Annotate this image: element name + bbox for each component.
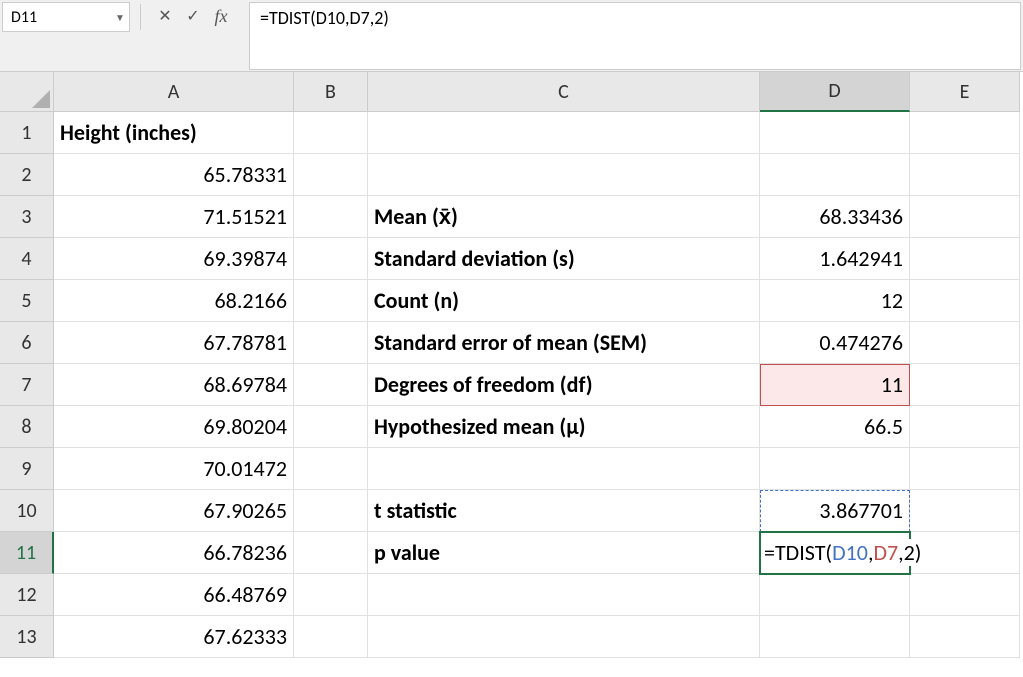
- spreadsheet-grid: A B C D E 1 2 3 4 5 6 7 8 9 10 11 12: [0, 72, 1023, 677]
- chevron-down-icon[interactable]: ▼: [111, 11, 129, 24]
- cell-D1[interactable]: [760, 112, 910, 154]
- cell-C11[interactable]: p value: [368, 532, 760, 574]
- cell-B13[interactable]: [294, 616, 368, 658]
- cell-D11-formula: =TDIST(D10,D7,2): [764, 539, 925, 566]
- cell-E12[interactable]: [910, 574, 1020, 616]
- cell-D4[interactable]: 1.642941: [760, 238, 910, 280]
- col-header-D[interactable]: D: [760, 72, 910, 112]
- cell-C9[interactable]: [368, 448, 760, 490]
- cell-C5[interactable]: Count (n): [368, 280, 760, 322]
- cell-E8[interactable]: [910, 406, 1020, 448]
- cell-A13[interactable]: 67.62333: [54, 616, 294, 658]
- row-header-4[interactable]: 4: [0, 238, 54, 280]
- cell-B1[interactable]: [294, 112, 368, 154]
- cell-E13[interactable]: [910, 616, 1020, 658]
- select-all-corner[interactable]: [0, 72, 54, 112]
- cell-C3[interactable]: Mean (x̄): [368, 196, 760, 238]
- cell-E6[interactable]: [910, 322, 1020, 364]
- row-header-8[interactable]: 8: [0, 406, 54, 448]
- row-header-10[interactable]: 10: [0, 490, 54, 532]
- cell-A3[interactable]: 71.51521: [54, 196, 294, 238]
- cell-B8[interactable]: [294, 406, 368, 448]
- cell-B3[interactable]: [294, 196, 368, 238]
- cell-A1[interactable]: Height (inches): [54, 112, 294, 154]
- row-headers: 1 2 3 4 5 6 7 8 9 10 11 12 13: [0, 112, 54, 658]
- row-header-5[interactable]: 5: [0, 280, 54, 322]
- cell-E1[interactable]: [910, 112, 1020, 154]
- cell-D10[interactable]: 3.867701: [760, 490, 910, 532]
- cell-B6[interactable]: [294, 322, 368, 364]
- name-box-value: D11: [3, 8, 111, 27]
- row-header-3[interactable]: 3: [0, 196, 54, 238]
- formula-input[interactable]: =TDIST(D10,D7,2): [249, 2, 1021, 70]
- col-header-B[interactable]: B: [294, 72, 368, 112]
- cell-D13[interactable]: [760, 616, 910, 658]
- cell-E9[interactable]: [910, 448, 1020, 490]
- formula-bar: D11 ▼ ✕ ✓ fx =TDIST(D10,D7,2): [0, 0, 1023, 72]
- cell-B2[interactable]: [294, 154, 368, 196]
- cell-D7[interactable]: 11: [760, 364, 910, 406]
- row-header-11[interactable]: 11: [0, 532, 54, 574]
- cell-B9[interactable]: [294, 448, 368, 490]
- col-header-A[interactable]: A: [54, 72, 294, 112]
- cell-B7[interactable]: [294, 364, 368, 406]
- row-header-1[interactable]: 1: [0, 112, 54, 154]
- confirm-icon[interactable]: ✓: [179, 2, 207, 30]
- fx-icon[interactable]: fx: [207, 2, 235, 30]
- col-header-E[interactable]: E: [910, 72, 1020, 112]
- cell-C1[interactable]: [368, 112, 760, 154]
- cell-D6[interactable]: 0.474276: [760, 322, 910, 364]
- cell-D2[interactable]: [760, 154, 910, 196]
- row-header-12[interactable]: 12: [0, 574, 54, 616]
- cell-C13[interactable]: [368, 616, 760, 658]
- cell-B5[interactable]: [294, 280, 368, 322]
- cell-C4[interactable]: Standard deviation (s): [368, 238, 760, 280]
- cell-D5[interactable]: 12: [760, 280, 910, 322]
- cell-A7[interactable]: 68.69784: [54, 364, 294, 406]
- row-header-9[interactable]: 9: [0, 448, 54, 490]
- cell-D3[interactable]: 68.33436: [760, 196, 910, 238]
- cell-E10[interactable]: [910, 490, 1020, 532]
- column-headers: A B C D E: [54, 72, 1020, 112]
- row-header-2[interactable]: 2: [0, 154, 54, 196]
- cell-D8[interactable]: 66.5: [760, 406, 910, 448]
- cell-C6[interactable]: Standard error of mean (SEM): [368, 322, 760, 364]
- cell-D11[interactable]: =TDIST(D10,D7,2): [760, 532, 910, 574]
- row-header-13[interactable]: 13: [0, 616, 54, 658]
- cell-A11[interactable]: 66.78236: [54, 532, 294, 574]
- cell-A4[interactable]: 69.39874: [54, 238, 294, 280]
- cell-C8[interactable]: Hypothesized mean (μ): [368, 406, 760, 448]
- cell-E7[interactable]: [910, 364, 1020, 406]
- cell-D9[interactable]: [760, 448, 910, 490]
- cell-B11[interactable]: [294, 532, 368, 574]
- cell-B12[interactable]: [294, 574, 368, 616]
- cell-E3[interactable]: [910, 196, 1020, 238]
- cell-B4[interactable]: [294, 238, 368, 280]
- cell-A9[interactable]: 70.01472: [54, 448, 294, 490]
- col-header-C[interactable]: C: [368, 72, 760, 112]
- cancel-icon[interactable]: ✕: [151, 2, 179, 30]
- row-header-6[interactable]: 6: [0, 322, 54, 364]
- cell-A8[interactable]: 69.80204: [54, 406, 294, 448]
- cell-D12[interactable]: [760, 574, 910, 616]
- cell-C2[interactable]: [368, 154, 760, 196]
- cell-A12[interactable]: 66.48769: [54, 574, 294, 616]
- row-header-7[interactable]: 7: [0, 364, 54, 406]
- cell-E2[interactable]: [910, 154, 1020, 196]
- cell-A10[interactable]: 67.90265: [54, 490, 294, 532]
- cell-E11[interactable]: [910, 532, 1020, 574]
- cells-body: Height (inches) 65.78331 71.51521 M: [54, 112, 1020, 658]
- cell-A2[interactable]: 65.78331: [54, 154, 294, 196]
- cell-E4[interactable]: [910, 238, 1020, 280]
- cell-E5[interactable]: [910, 280, 1020, 322]
- cell-C7[interactable]: Degrees of freedom (df): [368, 364, 760, 406]
- cell-C10[interactable]: t statistic: [368, 490, 760, 532]
- name-box[interactable]: D11 ▼: [2, 2, 130, 32]
- cell-C12[interactable]: [368, 574, 760, 616]
- divider: [140, 4, 141, 30]
- cell-A6[interactable]: 67.78781: [54, 322, 294, 364]
- cell-A5[interactable]: 68.2166: [54, 280, 294, 322]
- cell-B10[interactable]: [294, 490, 368, 532]
